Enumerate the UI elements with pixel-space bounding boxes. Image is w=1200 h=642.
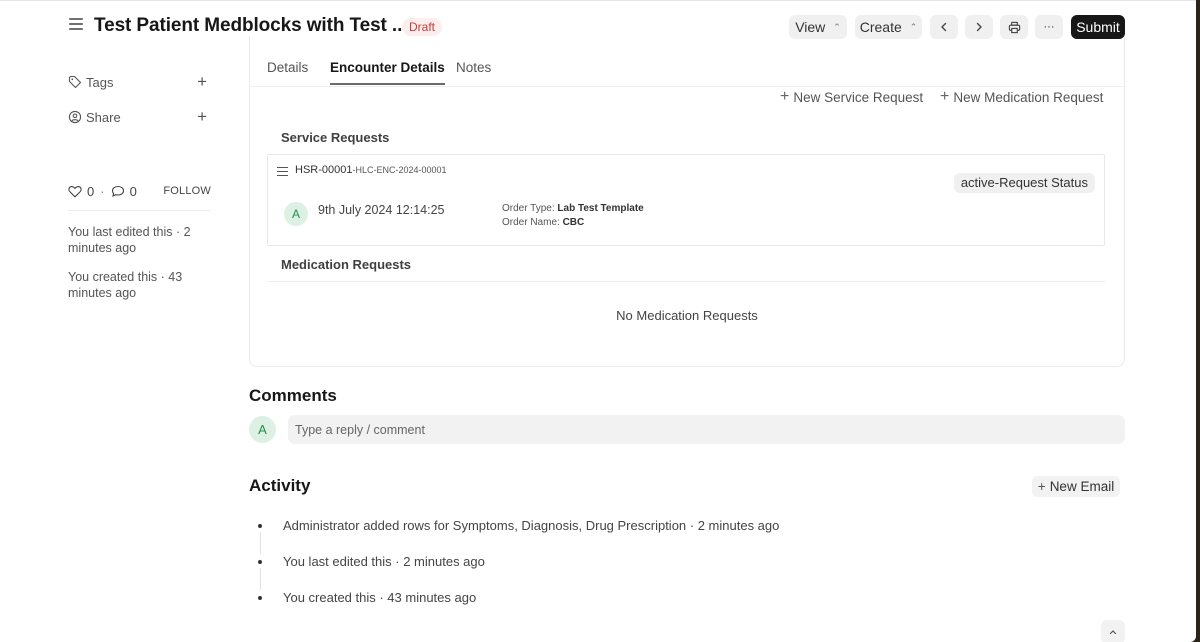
- timeline-connector: [260, 568, 261, 590]
- activity-text: You last edited this · 2 minutes ago: [283, 554, 485, 569]
- section-divider: [267, 281, 1105, 282]
- comment-icon: [111, 185, 124, 197]
- activity-text: You created this · 43 minutes ago: [283, 590, 477, 605]
- plus-icon: +: [1037, 479, 1046, 494]
- new-service-request-label: New Service Request: [793, 89, 924, 105]
- service-requests-title: Service Requests: [281, 130, 390, 145]
- separator-dot: ·: [100, 183, 105, 199]
- tab-details[interactable]: Details: [267, 60, 308, 85]
- heart-icon[interactable]: [68, 185, 82, 198]
- status-badge: Draft: [402, 18, 443, 36]
- request-status-badge: active-Request Status: [953, 173, 1095, 193]
- printer-icon: [1008, 21, 1020, 33]
- plus-icon: +: [940, 88, 950, 105]
- follow-button[interactable]: FOLLOW: [163, 185, 211, 197]
- chevron-up-down-icon: ⌃: [833, 21, 841, 32]
- activity-item: You last edited this · 2 minutes ago: [258, 554, 485, 569]
- tab-notes[interactable]: Notes: [456, 60, 491, 85]
- order-details: Order Type: Lab Test Template Order Name…: [502, 202, 644, 229]
- timeline-dot-icon: [258, 559, 262, 564]
- share-label: Share: [86, 109, 121, 125]
- tab-bar: Details Encounter Details Notes: [250, 36, 1124, 87]
- comments-heading: Comments: [249, 386, 337, 405]
- app-window: Test Patient Medblocks with Test ... Dra…: [0, 0, 1196, 642]
- new-service-request-button[interactable]: + New Service Request: [780, 88, 923, 106]
- share-user-icon: [68, 110, 82, 124]
- likes-count: 0: [87, 183, 95, 199]
- scroll-to-top-button[interactable]: [1101, 620, 1125, 642]
- add-share-icon[interactable]: +: [197, 107, 207, 127]
- sidebar-divider: [68, 210, 211, 211]
- timeline-dot-icon: [258, 523, 262, 528]
- chevron-left-icon: [941, 22, 947, 32]
- timeline-connector: [260, 532, 261, 554]
- created-text: You created this · 43 minutes ago: [68, 270, 183, 300]
- comments-count: 0: [129, 183, 137, 199]
- sidebar-share[interactable]: Share +: [68, 107, 213, 127]
- sidebar-tags[interactable]: Tags +: [68, 72, 213, 92]
- medication-requests-title: Medication Requests: [281, 257, 412, 272]
- form-card: Details Encounter Details Notes + New Se…: [249, 36, 1125, 367]
- chevron-up-icon: [1109, 630, 1117, 635]
- tags-label: Tags: [86, 74, 114, 90]
- comment-input[interactable]: [288, 415, 1125, 444]
- timeline-dot-icon: [258, 595, 262, 600]
- order-name-label: Order Name:: [502, 216, 560, 228]
- order-type-label: Order Type:: [502, 203, 555, 214]
- tag-icon: [68, 75, 82, 89]
- page-title: Test Patient Medblocks with Test ...: [94, 15, 408, 36]
- engagement-stats: 0 · 0 FOLLOW: [68, 181, 213, 201]
- service-request-item[interactable]: HSR-00001-HLC-ENC-2024-00001 active-Requ…: [267, 154, 1105, 246]
- empty-state-text: No Medication Requests: [616, 308, 758, 323]
- last-edited-text: You last edited this · 2 minutes ago: [68, 225, 191, 255]
- order-type-value: Lab Test Template: [557, 203, 644, 214]
- chevron-right-icon: [976, 22, 982, 32]
- activity-text: Administrator added rows for Symptoms, D…: [283, 518, 780, 533]
- plus-icon: +: [780, 88, 790, 105]
- service-request-id[interactable]: HSR-00001-HLC-ENC-2024-00001: [295, 164, 447, 176]
- request-datetime: 9th July 2024 12:14:25: [318, 203, 445, 217]
- avatar: A: [249, 416, 276, 443]
- chevron-up-down-icon: ⌃: [909, 21, 918, 32]
- activity-heading: Activity: [249, 476, 311, 495]
- activity-item: Administrator added rows for Symptoms, D…: [258, 518, 779, 533]
- avatar: A: [284, 202, 308, 226]
- encounter-id: -HLC-ENC-2024-00001: [352, 165, 447, 175]
- sidebar-toggle-icon[interactable]: [69, 18, 83, 32]
- new-email-label: New Email: [1049, 479, 1115, 494]
- tab-encounter-details[interactable]: Encounter Details: [330, 60, 445, 85]
- new-medication-request-label: New Medication Request: [953, 89, 1104, 105]
- order-name-value: CBC: [562, 216, 585, 228]
- list-menu-icon[interactable]: [277, 167, 288, 179]
- request-id: HSR-00001: [295, 164, 353, 176]
- activity-item: You created this · 43 minutes ago: [258, 590, 476, 605]
- new-email-button[interactable]: + New Email: [1032, 476, 1120, 497]
- new-medication-request-button[interactable]: + New Medication Request: [940, 88, 1103, 106]
- add-tag-icon[interactable]: +: [197, 72, 207, 92]
